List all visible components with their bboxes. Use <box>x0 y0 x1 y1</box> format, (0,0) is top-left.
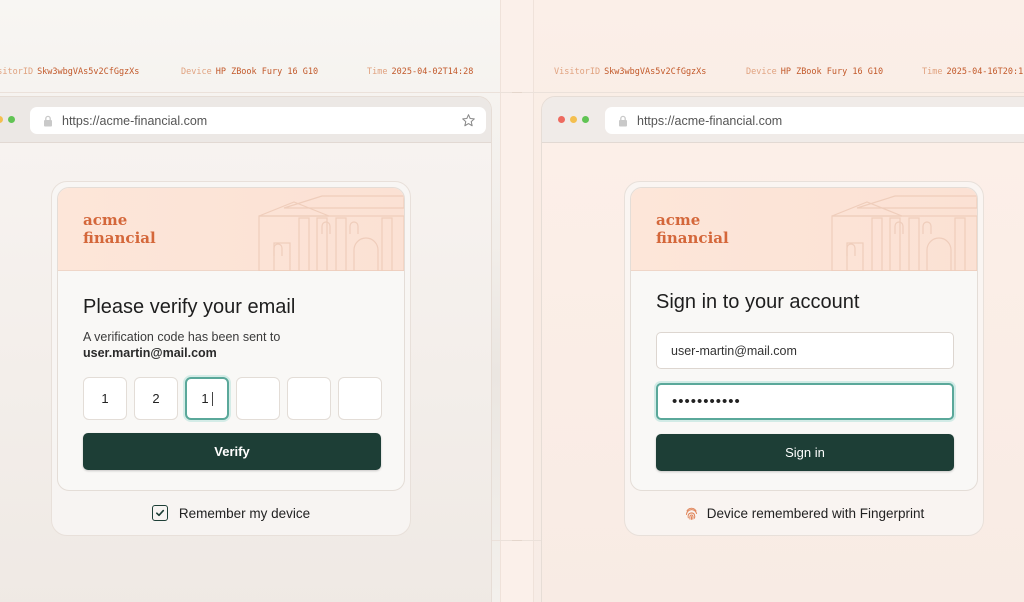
otp-digit-value: 1 <box>101 391 109 406</box>
device-label: Device <box>746 67 777 77</box>
recipient-email: user.martin@mail.com <box>83 346 217 360</box>
verify-button-label: Verify <box>214 444 250 459</box>
card-title: Please verify your email <box>83 296 296 318</box>
otp-digit-5[interactable] <box>287 377 331 420</box>
email-field-value: user-martin@mail.com <box>671 343 797 358</box>
email-field[interactable]: user-martin@mail.com <box>656 332 954 369</box>
address-bar[interactable]: https://acme-financial.com <box>30 107 486 134</box>
close-button[interactable] <box>558 116 565 123</box>
otp-digit-6[interactable] <box>338 377 382 420</box>
right-meta-bar: VisitorID Skw3wbgVAs5v2CfGgzXs Device HP Z… <box>554 67 1024 79</box>
visitor-id-label: VisitorID <box>554 67 601 77</box>
page-content: acme financial <box>0 143 491 602</box>
star-icon[interactable] <box>461 113 476 128</box>
fingerprint-icon <box>685 507 697 520</box>
otp-digit-value: 1 <box>201 391 209 406</box>
password-field-value: ••••••••••• <box>672 393 741 410</box>
device-remembered-label: Device remembered with Fingerprint <box>706 505 925 521</box>
stage: VisitorIDSkw3wbgVAs5v2CfGgzXs DeviceHP Z… <box>0 0 1024 602</box>
remember-device-row[interactable]: Remember my device <box>52 501 410 525</box>
url-text: https://acme-financial.com <box>637 113 783 128</box>
visitor-id: VisitorIDSkw3wbgVAs5v2CfGgzXs <box>0 67 139 77</box>
device: Device HP ZBook Fury 16 G10 <box>181 67 318 77</box>
otp-digit-4[interactable] <box>236 377 280 420</box>
otp-digit-3[interactable]: 1 <box>185 377 229 420</box>
otp-digit-value: 2 <box>152 391 160 406</box>
brand-logo: acme financial <box>656 211 729 247</box>
visitor-id-value: Skw3wbgVAs5v2CfGgzXs <box>37 67 140 77</box>
device-value: HP ZBook Fury 16 G10 <box>215 67 319 77</box>
verify-card: acme financial Please verify your email … <box>57 187 405 491</box>
card-subtitle: A verification code has been sent to use… <box>83 329 280 361</box>
browser-toolbar: https://acme-financial.com <box>0 97 491 143</box>
device-remembered-row: Device remembered with Fingerprint <box>625 501 983 525</box>
signin-card: acme financial Sign in to your account u… <box>630 187 978 491</box>
lock-icon <box>619 115 627 126</box>
maximize-button[interactable] <box>582 116 589 123</box>
url-text: https://acme-financial.com <box>62 113 208 128</box>
maximize-button[interactable] <box>8 116 15 123</box>
time-label: Time <box>922 67 943 77</box>
signin-card-shell: acme financial Sign in to your account u… <box>624 181 984 536</box>
verify-button[interactable]: Verify <box>83 433 381 470</box>
text-caret <box>211 391 213 406</box>
time: Time 2025-04-16T20:1 <box>922 67 1023 77</box>
minimize-button[interactable] <box>0 116 3 123</box>
sign-in-button-label: Sign in <box>785 445 825 460</box>
visitor-id-label: VisitorID <box>0 67 34 77</box>
minimize-button[interactable] <box>570 116 577 123</box>
card-header: acme financial <box>58 188 404 271</box>
brand-line-1: acme <box>83 211 128 229</box>
left-meta-bar: VisitorIDSkw3wbgVAs5v2CfGgzXs DeviceHP Z… <box>0 67 487 79</box>
window-controls <box>0 116 15 123</box>
time-label: Time <box>367 67 388 77</box>
right-browser-window: https://acme-financial.com acme financia… <box>541 96 1024 602</box>
time-value: 2025-04-02T14:28 <box>391 67 474 77</box>
card-title: Sign in to your account <box>656 291 860 313</box>
lock-icon <box>44 115 52 126</box>
sign-in-button[interactable]: Sign in <box>656 434 954 471</box>
device-label: Device <box>181 67 212 77</box>
otp-digit-2[interactable]: 2 <box>134 377 178 420</box>
left-browser-window: https://acme-financial.com acme financia… <box>0 96 492 602</box>
brand-logo: acme financial <box>83 211 156 247</box>
brand-line-1: acme <box>656 211 701 229</box>
device-value: HP ZBook Fury 16 G10 <box>780 67 884 77</box>
checkmark-icon <box>155 509 164 517</box>
time-value: 2025-04-16T20:1 <box>946 67 1024 77</box>
checkbox-icon[interactable] <box>151 505 168 521</box>
window-controls <box>558 116 589 123</box>
card-header: acme financial <box>631 188 977 271</box>
device: Device HP ZBook Fury 16 G10 <box>746 67 883 77</box>
time: Time 2025-04-02T14:28 <box>367 67 473 77</box>
browser-toolbar: https://acme-financial.com <box>542 97 1024 143</box>
remember-device-label: Remember my device <box>178 505 311 521</box>
page-content: acme financial <box>542 143 1024 602</box>
panel-divider <box>500 0 534 602</box>
guide-dash <box>512 92 522 93</box>
building-illustration <box>831 195 977 271</box>
building-illustration <box>258 195 404 271</box>
otp-input-group: 1 2 1 <box>83 377 382 420</box>
password-field[interactable]: ••••••••••• <box>656 383 954 420</box>
address-bar[interactable]: https://acme-financial.com <box>605 107 1024 134</box>
visitor-id-value: Skw3wbgVAs5v2CfGgzXs <box>604 67 707 77</box>
visitor-id: VisitorIDSkw3wbgVAs5v2CfGgzXs <box>554 67 706 77</box>
otp-digit-1[interactable]: 1 <box>83 377 127 420</box>
brand-line-2: financial <box>83 229 156 247</box>
verify-card-shell: acme financial Please verify your email … <box>51 181 411 536</box>
subtitle-text: A verification code has been sent to <box>83 330 281 344</box>
brand-line-2: financial <box>656 229 729 247</box>
guide-dash <box>512 540 522 541</box>
